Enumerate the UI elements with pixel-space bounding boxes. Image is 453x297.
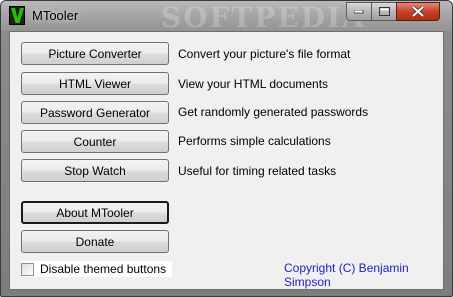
- copyright-link[interactable]: Copyright (C) Benjamin Simpson: [284, 261, 443, 289]
- disable-themed-option[interactable]: Disable themed buttons: [21, 261, 173, 277]
- stop-watch-button[interactable]: Stop Watch: [21, 159, 169, 182]
- v-logo-icon: [11, 8, 24, 23]
- maximize-button[interactable]: [371, 2, 397, 21]
- html-viewer-description: View your HTML documents: [178, 77, 329, 91]
- picture-converter-description: Convert your picture's file format: [178, 47, 351, 61]
- watermark: SOFTPEDIA: [161, 1, 366, 34]
- maximize-icon: [378, 7, 390, 16]
- title-bar[interactable]: SOFTPEDIA MTooler: [1, 1, 452, 34]
- picture-converter-button[interactable]: Picture Converter: [21, 42, 169, 65]
- window-title: MTooler: [32, 8, 79, 23]
- donate-button[interactable]: Donate: [21, 230, 169, 253]
- html-viewer-button[interactable]: HTML Viewer: [21, 72, 169, 95]
- minimize-icon: [354, 9, 364, 13]
- main-panel: Picture Converter Convert your picture's…: [9, 31, 444, 290]
- disable-themed-checkbox[interactable]: [21, 262, 34, 276]
- counter-button[interactable]: Counter: [21, 130, 169, 153]
- close-icon: [412, 6, 424, 17]
- password-generator-description: Get randomly generated passwords: [178, 105, 369, 119]
- stop-watch-description: Useful for timing related tasks: [178, 164, 337, 178]
- app-icon[interactable]: [9, 6, 25, 25]
- password-generator-button[interactable]: Password Generator: [21, 101, 169, 124]
- app-window: SOFTPEDIA MTooler Picture Converter Conv…: [0, 0, 453, 297]
- close-button[interactable]: [396, 2, 440, 21]
- about-button[interactable]: About MTooler: [21, 201, 169, 224]
- counter-description: Performs simple calculations: [178, 134, 331, 148]
- disable-themed-label: Disable themed buttons: [40, 262, 167, 276]
- minimize-button[interactable]: [346, 2, 372, 21]
